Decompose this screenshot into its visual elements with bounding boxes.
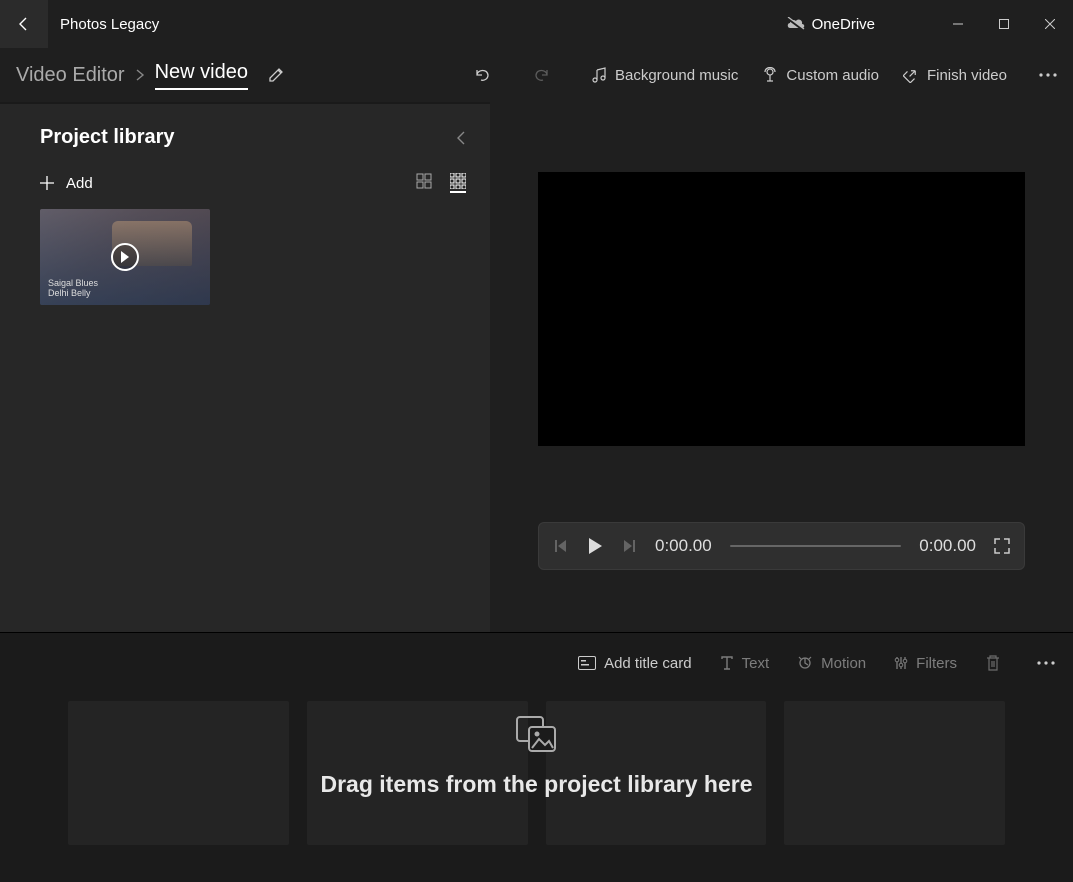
header-toolbar: Video Editor New video Background music … xyxy=(0,48,1073,102)
close-icon xyxy=(1045,19,1055,29)
title-card-icon xyxy=(578,656,596,670)
onedrive-label: OneDrive xyxy=(812,16,875,33)
text-label: Text xyxy=(742,655,770,672)
undo-icon xyxy=(473,66,491,84)
export-icon xyxy=(903,67,919,83)
more-icon xyxy=(1039,73,1057,77)
prev-frame-icon xyxy=(553,538,569,554)
library-toolbar: Add xyxy=(0,161,490,209)
thumb-caption: Saigal Blues Delhi Belly xyxy=(48,279,98,299)
window-controls xyxy=(935,8,1073,40)
custom-audio-button[interactable]: Custom audio xyxy=(762,67,879,84)
add-title-card-button[interactable]: Add title card xyxy=(578,655,692,672)
rename-button[interactable] xyxy=(268,67,284,83)
title-card-label: Add title card xyxy=(604,655,692,672)
chevron-right-icon xyxy=(135,69,145,81)
background-music-button[interactable]: Background music xyxy=(591,67,738,84)
large-grid-button[interactable] xyxy=(416,173,432,193)
fullscreen-icon xyxy=(994,538,1010,554)
project-library-panel: Project library Add xyxy=(0,104,490,632)
breadcrumb-root[interactable]: Video Editor xyxy=(16,64,125,87)
redo-button[interactable] xyxy=(533,66,551,84)
next-frame-icon xyxy=(621,538,637,554)
audio-icon xyxy=(762,67,778,83)
storyboard-more-button[interactable] xyxy=(1037,661,1055,665)
small-grid-icon xyxy=(450,173,466,189)
redo-icon xyxy=(533,66,551,84)
large-grid-icon xyxy=(416,173,432,189)
storyboard-slot[interactable] xyxy=(307,701,528,845)
back-button[interactable] xyxy=(0,0,48,48)
small-grid-button[interactable] xyxy=(450,173,466,193)
undo-button[interactable] xyxy=(473,66,491,84)
title-bar: Photos Legacy OneDrive xyxy=(0,0,1073,48)
app-title: Photos Legacy xyxy=(60,16,159,33)
time-total: 0:00.00 xyxy=(919,536,976,556)
add-media-button[interactable]: Add xyxy=(40,175,93,192)
bg-music-label: Background music xyxy=(615,67,738,84)
custom-audio-label: Custom audio xyxy=(786,67,879,84)
main-area: Project library Add xyxy=(0,102,1073,632)
play-triangle-icon xyxy=(120,251,130,263)
motion-label: Motion xyxy=(821,655,866,672)
storyboard-panel: Add title card Text Motion Filters xyxy=(0,632,1073,880)
cloud-off-icon xyxy=(786,17,806,31)
more-button[interactable] xyxy=(1039,73,1057,77)
next-frame-button[interactable] xyxy=(621,538,637,554)
storyboard-slot[interactable] xyxy=(784,701,1005,845)
player-controls: 0:00.00 0:00.00 xyxy=(538,522,1025,570)
undo-redo-group xyxy=(473,66,551,84)
library-title: Project library xyxy=(40,126,456,149)
filters-button[interactable]: Filters xyxy=(894,655,957,672)
plus-icon xyxy=(40,176,54,190)
play-icon xyxy=(587,537,603,555)
close-button[interactable] xyxy=(1027,8,1073,40)
header-actions: Background music Custom audio Finish vid… xyxy=(591,67,1057,84)
finish-video-button[interactable]: Finish video xyxy=(903,67,1007,84)
breadcrumb-current[interactable]: New video xyxy=(155,61,248,90)
motion-button[interactable]: Motion xyxy=(797,655,866,672)
finish-label: Finish video xyxy=(927,67,1007,84)
maximize-icon xyxy=(999,19,1009,29)
music-icon xyxy=(591,67,607,83)
time-current: 0:00.00 xyxy=(655,536,712,556)
onedrive-status[interactable]: OneDrive xyxy=(786,16,875,33)
collapse-library-button[interactable] xyxy=(456,131,466,145)
filters-label: Filters xyxy=(916,655,957,672)
text-button[interactable]: Text xyxy=(720,655,770,672)
chevron-left-icon xyxy=(456,131,466,145)
storyboard-slot[interactable] xyxy=(546,701,767,845)
preview-pane: 0:00.00 0:00.00 xyxy=(490,102,1073,632)
video-preview[interactable] xyxy=(538,172,1025,446)
minimize-button[interactable] xyxy=(935,8,981,40)
back-arrow-icon xyxy=(16,16,32,32)
delete-button[interactable] xyxy=(985,654,1001,672)
motion-icon xyxy=(797,655,813,671)
storyboard-toolbar: Add title card Text Motion Filters xyxy=(0,633,1073,693)
filters-icon xyxy=(894,656,908,670)
fullscreen-button[interactable] xyxy=(994,538,1010,554)
trash-icon xyxy=(985,654,1001,672)
library-header: Project library xyxy=(0,104,490,161)
library-item[interactable]: Saigal Blues Delhi Belly xyxy=(40,209,210,305)
play-overlay-icon xyxy=(111,243,139,271)
storyboard-track[interactable]: Drag items from the project library here xyxy=(0,693,1073,863)
breadcrumb: Video Editor New video xyxy=(16,61,284,90)
add-label: Add xyxy=(66,175,93,192)
minimize-icon xyxy=(953,19,963,29)
text-icon xyxy=(720,656,734,670)
more-icon xyxy=(1037,661,1055,665)
storyboard-slot[interactable] xyxy=(68,701,289,845)
progress-slider[interactable] xyxy=(730,545,902,547)
play-button[interactable] xyxy=(587,537,603,555)
maximize-button[interactable] xyxy=(981,8,1027,40)
pencil-icon xyxy=(268,67,284,83)
view-toggle-group xyxy=(416,173,466,193)
prev-frame-button[interactable] xyxy=(553,538,569,554)
library-thumbnails: Saigal Blues Delhi Belly xyxy=(0,209,490,305)
